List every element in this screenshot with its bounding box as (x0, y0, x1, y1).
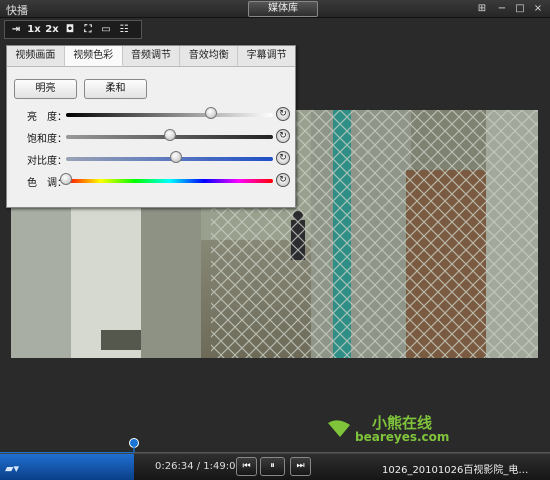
brightness-reset-icon[interactable]: ↻ (276, 107, 290, 121)
menu-icon[interactable]: ⊞ (476, 3, 488, 15)
watermark-en: beareyes.com (355, 430, 450, 444)
contrast-thumb[interactable] (169, 151, 182, 163)
brightness-label: 亮 度： (27, 112, 67, 123)
brightness-thumb[interactable] (204, 107, 217, 119)
file-title: 1026_20101026百视影院_电… (382, 465, 529, 476)
time-display: 0:26:34 / 1:49:01 (155, 461, 242, 472)
tab-audio-adjust[interactable]: 音频调节 (123, 46, 181, 66)
app-title: 快播 (6, 4, 28, 17)
tab-audio-effects[interactable]: 音效均衡 (180, 46, 239, 66)
saturation-reset-icon[interactable]: ↻ (276, 129, 290, 143)
fit-screen-icon[interactable]: ⛶ (80, 22, 96, 37)
previous-button[interactable]: ⏮ (236, 457, 257, 476)
slider-row-hue: 色 调： ↻ (7, 172, 295, 190)
open-folder-button[interactable]: ▰▾ (0, 454, 134, 480)
hue-reset-icon[interactable]: ↻ (276, 173, 290, 187)
maximize-button[interactable]: □ (514, 3, 526, 15)
saturation-thumb[interactable] (163, 129, 176, 141)
preset-bright-button[interactable]: 明亮 (14, 79, 77, 99)
slider-row-contrast: 对比度： ↻ (7, 150, 295, 168)
pause-icon: ⏸ (270, 461, 275, 471)
settings-icon[interactable]: ☷ (116, 22, 132, 37)
pin-icon[interactable]: ⇥ (8, 22, 24, 37)
next-icon: ⏭ (296, 461, 305, 471)
folder-icon: ▰▾ (5, 462, 19, 475)
hue-track[interactable] (66, 179, 273, 183)
slider-row-brightness: 亮 度： ↻ (7, 106, 295, 124)
speed-2x-button[interactable]: 2x (44, 22, 60, 37)
minimize-button[interactable]: − (496, 3, 508, 15)
screenshot-icon[interactable]: ◘ (62, 22, 78, 37)
watermark-logo-icon (328, 420, 350, 437)
preset-soft-button[interactable]: 柔和 (84, 79, 147, 99)
fullscreen-icon[interactable]: ▭ (98, 22, 114, 37)
toolbar: ⇥ 1x 2x ◘ ⛶ ▭ ☷ (4, 20, 142, 39)
next-button[interactable]: ⏭ (290, 457, 311, 476)
adjustment-panel: 视频画面 视频色彩 音频调节 音效均衡 字幕调节 明亮 柔和 亮 度： ↻ 饱和… (6, 45, 296, 208)
media-library-button[interactable]: 媒体库 (248, 1, 318, 17)
panel-tabs: 视频画面 视频色彩 音频调节 音效均衡 字幕调节 (7, 46, 295, 67)
brightness-track[interactable] (66, 113, 273, 117)
saturation-label: 饱和度： (27, 134, 67, 145)
slider-row-saturation: 饱和度： ↻ (7, 128, 295, 146)
tab-video-picture[interactable]: 视频画面 (7, 46, 65, 66)
close-button[interactable]: × (532, 3, 544, 15)
seek-handle-icon[interactable] (129, 438, 140, 452)
contrast-reset-icon[interactable]: ↻ (276, 151, 290, 165)
speed-1x-button[interactable]: 1x (26, 22, 42, 37)
contrast-label: 对比度： (27, 156, 67, 167)
tab-video-color[interactable]: 视频色彩 (64, 46, 123, 66)
hue-thumb[interactable] (60, 173, 72, 185)
tab-subtitle-adjust[interactable]: 字幕调节 (238, 46, 295, 66)
title-bar: 快播 媒体库 ⊞ − □ × (0, 0, 550, 18)
previous-icon: ⏮ (242, 461, 251, 471)
pause-button[interactable]: ⏸ (260, 457, 285, 476)
